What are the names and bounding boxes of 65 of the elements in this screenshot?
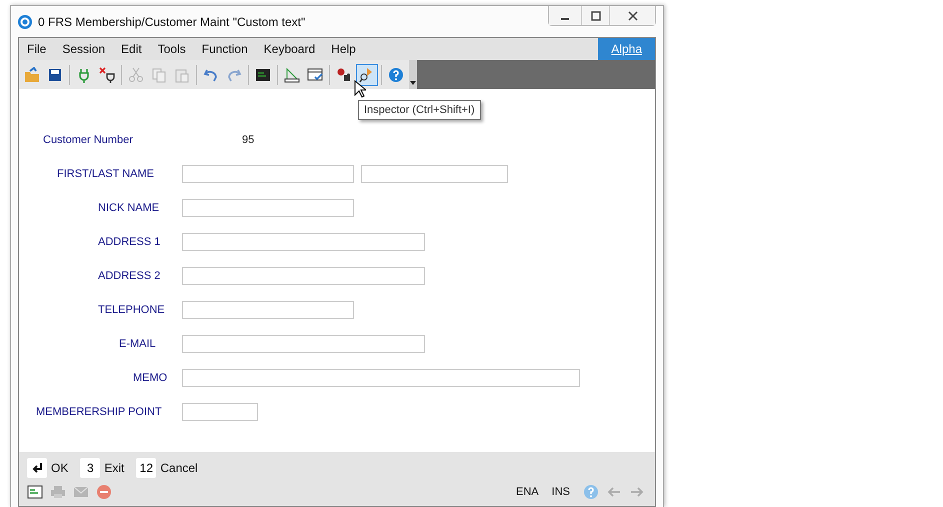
- enter-key[interactable]: [27, 458, 47, 478]
- input-field[interactable]: [182, 403, 258, 421]
- alpha-link[interactable]: Alpha: [598, 38, 655, 60]
- unplug-icon: [99, 66, 115, 82]
- menu-item[interactable]: Keyboard: [256, 42, 324, 56]
- field-label: FIRST/LAST NAME: [56, 168, 155, 180]
- close-button[interactable]: [609, 6, 655, 25]
- scissors-icon: [128, 66, 144, 82]
- save-icon: [47, 66, 63, 82]
- restore-icon: [590, 10, 600, 20]
- input-field[interactable]: [182, 369, 580, 387]
- dropdown-arrow-icon[interactable]: [410, 81, 416, 85]
- status-indicator: ENA: [516, 486, 539, 498]
- form-check-icon: [307, 66, 323, 82]
- restore-button[interactable]: [581, 6, 609, 25]
- input-field[interactable]: [182, 165, 354, 183]
- key-label: OK: [51, 461, 68, 475]
- input-field[interactable]: [182, 199, 354, 217]
- field-label: TELEPHONE: [97, 304, 166, 316]
- menu-item[interactable]: Tools: [150, 42, 194, 56]
- field-label: ADDRESS 1: [97, 236, 162, 248]
- status-indicator: INS: [552, 486, 570, 498]
- key-label: Exit: [104, 461, 124, 475]
- menu-item[interactable]: Function: [194, 42, 256, 56]
- plug-icon: [76, 66, 92, 82]
- function-key[interactable]: 12: [136, 458, 156, 478]
- customer-number: 95: [241, 134, 254, 146]
- menu-item[interactable]: Edit: [113, 42, 150, 56]
- function-key[interactable]: 3: [80, 458, 100, 478]
- mail-icon: [73, 484, 89, 500]
- help-icon: [388, 66, 404, 82]
- menu-item[interactable]: Session: [54, 42, 114, 56]
- minimize-icon: [561, 18, 569, 20]
- window-icon: [27, 484, 43, 500]
- terminal-icon: [255, 66, 271, 82]
- menu-item[interactable]: File: [19, 42, 54, 56]
- ruler-icon: [284, 66, 300, 82]
- undo-icon: [203, 66, 219, 82]
- field-label: Customer Number: [42, 134, 134, 146]
- input-field[interactable]: [182, 267, 425, 285]
- folder-icon: [24, 66, 40, 82]
- enter-icon: [31, 462, 43, 474]
- field-label: MEMBERERSHIP POINT: [35, 406, 163, 418]
- redo-icon: [226, 66, 242, 82]
- minimize-button[interactable]: [549, 6, 581, 25]
- tooltip: Inspector (Ctrl+Shift+I): [358, 100, 481, 120]
- field-label: NICK NAME: [97, 202, 160, 214]
- input-field[interactable]: [182, 335, 425, 353]
- field-label: ADDRESS 2: [97, 270, 162, 282]
- input-field[interactable]: [361, 165, 508, 183]
- menu-item[interactable]: Help: [323, 42, 364, 56]
- input-field[interactable]: [182, 301, 354, 319]
- app-logo-icon: [18, 14, 32, 28]
- field-label: MEMO: [132, 372, 168, 384]
- help-icon: [583, 484, 599, 500]
- input-field[interactable]: [182, 233, 425, 251]
- window-title: 0 FRS Membership/Customer Maint "Custom text": [38, 14, 306, 28]
- close-icon: [628, 10, 638, 20]
- paste-icon: [174, 66, 190, 82]
- stop-icon: [96, 484, 112, 500]
- key-label: Cancel: [160, 461, 198, 475]
- field-label: E-MAIL: [118, 338, 157, 350]
- toolbar-button[interactable]: [356, 64, 378, 86]
- printer-icon: [50, 484, 66, 500]
- copy-icon: [151, 66, 167, 82]
